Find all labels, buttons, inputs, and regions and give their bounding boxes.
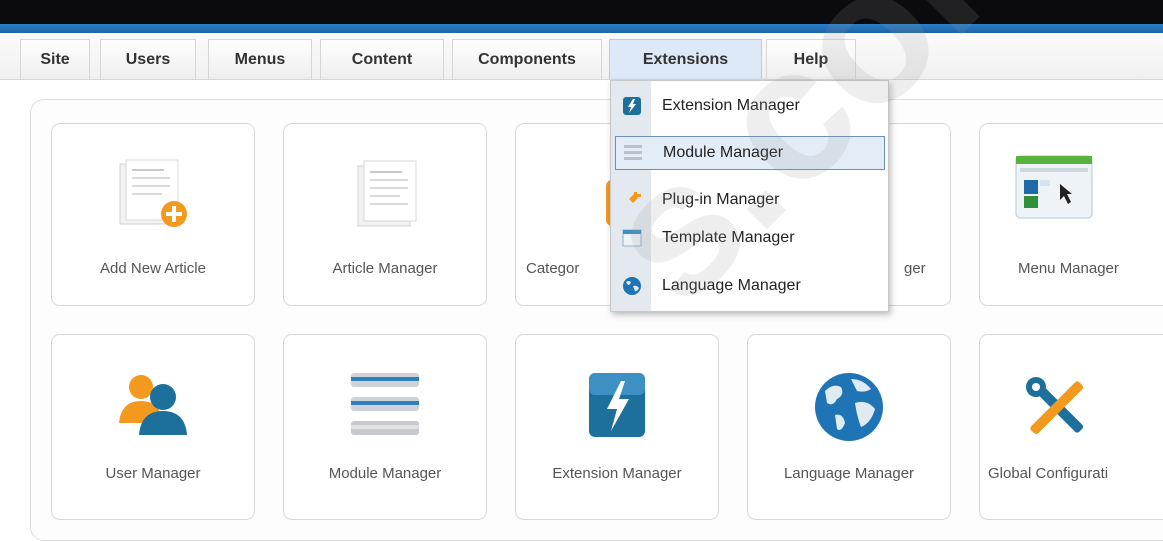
menu-users[interactable]: Users: [100, 39, 196, 79]
quickicon-menu-manager[interactable]: Menu Manager: [979, 123, 1163, 306]
quickicon-label: Language Manager: [783, 465, 915, 482]
main-menu-bar: Site Users Menus Content Components Exte…: [0, 33, 1163, 80]
language-manager-icon: [615, 276, 649, 296]
menu-site[interactable]: Site: [20, 39, 90, 79]
quickicon-label: ger: [904, 260, 926, 277]
quickicon-label: Article Manager: [332, 260, 438, 277]
menu-menus[interactable]: Menus: [208, 39, 312, 79]
language-manager-icon: [811, 369, 887, 450]
template-manager-icon: [615, 229, 649, 247]
dropdown-item-extension-manager[interactable]: Extension Manager: [615, 89, 885, 123]
user-manager-icon: [113, 369, 193, 444]
module-manager-icon: [616, 144, 650, 162]
extension-manager-icon: [585, 369, 649, 446]
quickicon-user-manager[interactable]: User Manager: [51, 334, 255, 520]
top-blue-bar: [0, 24, 1163, 33]
dropdown-item-language-manager[interactable]: Language Manager: [615, 269, 885, 303]
quickicon-module-manager[interactable]: Module Manager: [283, 334, 487, 520]
control-panel: Add New Article Article Manager Categor: [30, 99, 1163, 541]
plugin-manager-icon: [615, 190, 649, 210]
extensions-dropdown-menu: Extension Manager Module Manager Plug-in…: [610, 80, 889, 312]
article-manager-icon: [344, 158, 426, 237]
add-article-icon: [112, 158, 194, 237]
quickicon-label: Global Configurati: [988, 465, 1109, 482]
menu-extensions[interactable]: Extensions: [609, 39, 762, 79]
quickicon-label: Module Manager: [328, 465, 442, 482]
quickicon-label: Add New Article: [100, 260, 206, 277]
dropdown-item-plugin-manager[interactable]: Plug-in Manager: [615, 183, 885, 217]
wrench-screwdriver-icon: [1018, 369, 1094, 450]
quickicon-article-manager[interactable]: Article Manager: [283, 123, 487, 306]
dropdown-item-module-manager[interactable]: Module Manager: [615, 136, 885, 170]
quickicon-language-manager[interactable]: Language Manager: [747, 334, 951, 520]
quickicon-global-configuration[interactable]: Global Configurati: [979, 334, 1163, 520]
menu-content[interactable]: Content: [320, 39, 444, 79]
quickicon-add-new-article[interactable]: Add New Article: [51, 123, 255, 306]
menu-components[interactable]: Components: [452, 39, 602, 79]
quickicon-label: Extension Manager: [552, 465, 682, 482]
quickicon-extension-manager[interactable]: Extension Manager: [515, 334, 719, 520]
module-manager-icon: [347, 369, 423, 446]
quickicon-label: Menu Manager: [1018, 260, 1119, 277]
menu-help[interactable]: Help: [766, 39, 856, 79]
extension-manager-icon: [615, 96, 649, 116]
top-dark-bar: [0, 0, 1163, 24]
dropdown-item-template-manager[interactable]: Template Manager: [615, 221, 885, 255]
menu-manager-icon: [1014, 154, 1094, 229]
quickicon-label: User Manager: [105, 465, 201, 482]
